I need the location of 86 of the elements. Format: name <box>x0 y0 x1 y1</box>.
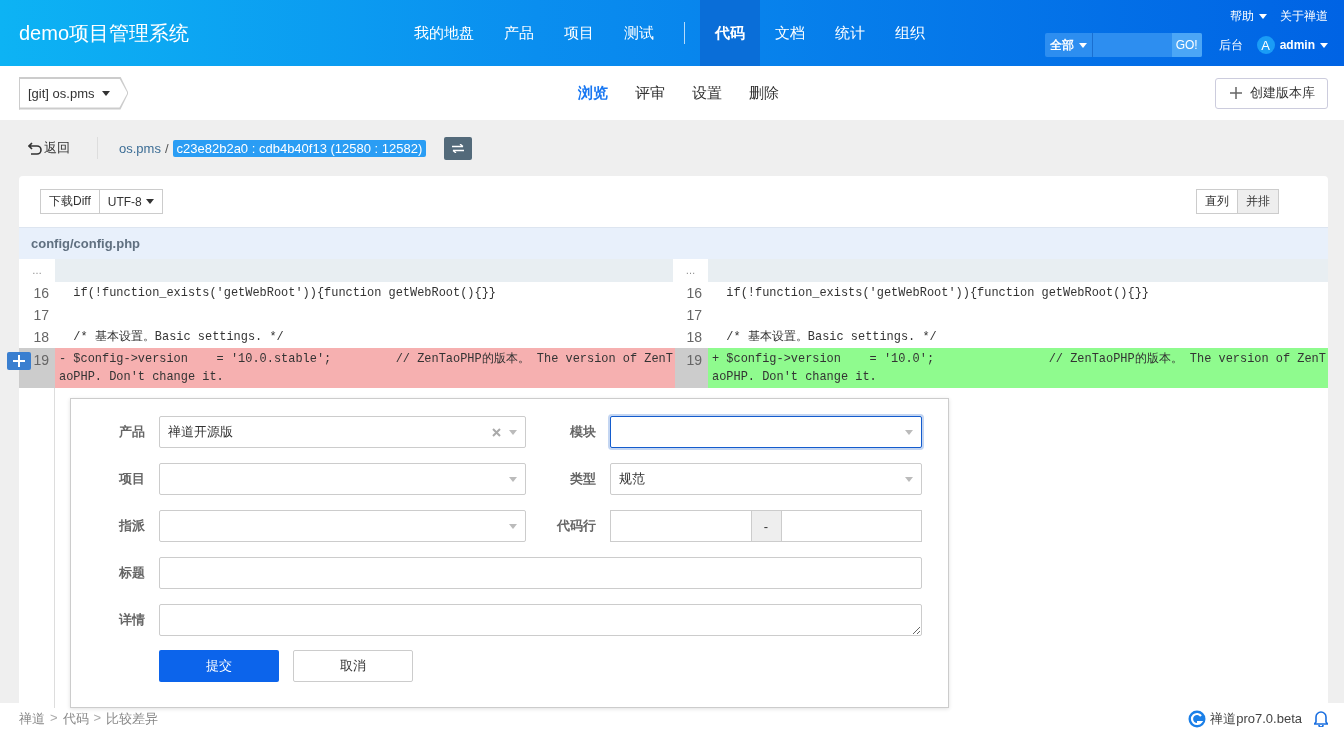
app-logo: demo项目管理系统 <box>18 20 191 46</box>
encoding-dropdown[interactable]: UTF-8 <box>98 189 163 214</box>
plus-icon <box>1230 87 1242 99</box>
revision-label: c23e82b2a0 : cdb4b40f13 (12580 : 12582) <box>172 139 427 157</box>
tab[interactable]: 评审 <box>627 83 673 103</box>
caret-icon <box>509 523 517 529</box>
breadcrumb-separator: > <box>50 710 58 727</box>
view-toggle[interactable]: 直列 <box>1196 189 1238 214</box>
code-line: if(!function_exists('getWebRoot')){function getWebRoot(){}} <box>72 285 497 302</box>
details-field[interactable] <box>159 604 922 636</box>
field-label: 代码行 <box>555 517 597 535</box>
caret-icon <box>509 476 517 482</box>
help-menu[interactable]: 帮助 <box>1230 8 1267 25</box>
nav-item[interactable]: 项目 <box>549 0 609 66</box>
select-field[interactable] <box>610 416 922 448</box>
admin-link[interactable]: 后台 <box>1218 36 1243 54</box>
code-line: if(!function_exists('getWebRoot')){function getWebRoot(){}} <box>725 285 1150 302</box>
download-diff-button[interactable]: 下载Diff <box>40 189 100 214</box>
about-link[interactable]: 关于禅道 <box>1280 8 1328 25</box>
field-label: 标题 <box>118 564 146 582</box>
line-number: 16 <box>32 284 50 303</box>
line-number: 17 <box>685 306 703 325</box>
nav-item[interactable]: 文档 <box>760 0 820 66</box>
line-number: … <box>684 264 697 278</box>
repo-link[interactable]: os.pms <box>119 140 161 156</box>
caret-icon <box>1320 42 1328 48</box>
caret-icon <box>1259 14 1267 19</box>
caret-icon <box>145 199 154 204</box>
breadcrumb-separator: > <box>93 710 102 727</box>
create-repo-button[interactable]: 创建版本库 <box>1215 77 1328 109</box>
caret-icon <box>1078 42 1087 48</box>
title-field[interactable] <box>159 557 922 589</box>
line-start-field[interactable] <box>610 510 752 542</box>
field-label: 详情 <box>117 611 146 629</box>
caret-icon <box>905 476 913 482</box>
line-number: 18 <box>32 328 50 347</box>
plus-icon <box>13 355 25 367</box>
nav-item[interactable]: 组织 <box>880 0 940 66</box>
code-line: /* 基本设置。Basic settings. */ <box>72 329 285 346</box>
nav-item[interactable]: 测试 <box>609 0 669 66</box>
field-label: 指派 <box>117 517 146 535</box>
caret-icon <box>905 429 913 435</box>
go-button[interactable]: GO! <box>1171 33 1202 57</box>
select-field[interactable]: 禅道开源版 <box>159 416 526 448</box>
line-number: 19 <box>673 348 708 388</box>
line-end-field[interactable] <box>780 510 922 542</box>
breadcrumb-link[interactable]: 比较差异 <box>106 710 159 728</box>
nav-item[interactable]: 代码 <box>700 0 760 66</box>
swirl-logo-icon <box>1188 710 1207 728</box>
range-separator: - <box>751 510 781 542</box>
version-link[interactable]: 禅道pro7.0.beta <box>1188 710 1302 728</box>
swap-icon <box>452 143 465 153</box>
path-separator: / <box>164 140 169 156</box>
tab[interactable]: 设置 <box>684 83 730 103</box>
field-label: 产品 <box>118 423 146 441</box>
field-label: 模块 <box>568 423 597 441</box>
view-toggle[interactable]: 并排 <box>1237 189 1279 214</box>
field-label: 类型 <box>569 470 597 488</box>
swap-button[interactable] <box>444 136 473 160</box>
tab[interactable]: 浏览 <box>570 83 616 103</box>
user-menu[interactable]: admin <box>1279 38 1328 52</box>
line-number: 16 <box>685 284 703 303</box>
nav-item[interactable]: 产品 <box>489 0 549 66</box>
field-label: 项目 <box>117 470 146 488</box>
tab[interactable]: 删除 <box>741 83 787 103</box>
undo-icon <box>28 141 42 155</box>
repo-dropdown[interactable]: [git] os.pms <box>19 76 129 110</box>
user-avatar[interactable]: A <box>1256 36 1275 54</box>
cancel-button[interactable]: 取消 <box>293 650 413 682</box>
nav-item[interactable]: 统计 <box>820 0 880 66</box>
breadcrumb-link[interactable]: 代码 <box>62 710 89 728</box>
nav-item[interactable]: 我的地盘 <box>399 0 489 66</box>
line-number: 18 <box>685 328 703 347</box>
line-number: … <box>31 264 43 278</box>
file-path-header: config/config.php <box>19 227 1328 259</box>
search-scope-dropdown[interactable]: 全部 <box>1044 33 1093 57</box>
submit-button[interactable]: 提交 <box>159 650 279 682</box>
breadcrumb-link[interactable]: 禅道 <box>19 710 45 728</box>
bell-icon <box>1314 711 1328 727</box>
code-line: /* 基本设置。Basic settings. */ <box>725 329 938 346</box>
caret-icon <box>509 429 517 435</box>
line-number: 17 <box>32 306 50 325</box>
caret-icon <box>102 90 111 96</box>
select-field[interactable]: 规范 <box>610 463 922 495</box>
add-comment-button[interactable] <box>7 352 31 370</box>
back-link[interactable]: 返回 <box>19 139 70 157</box>
